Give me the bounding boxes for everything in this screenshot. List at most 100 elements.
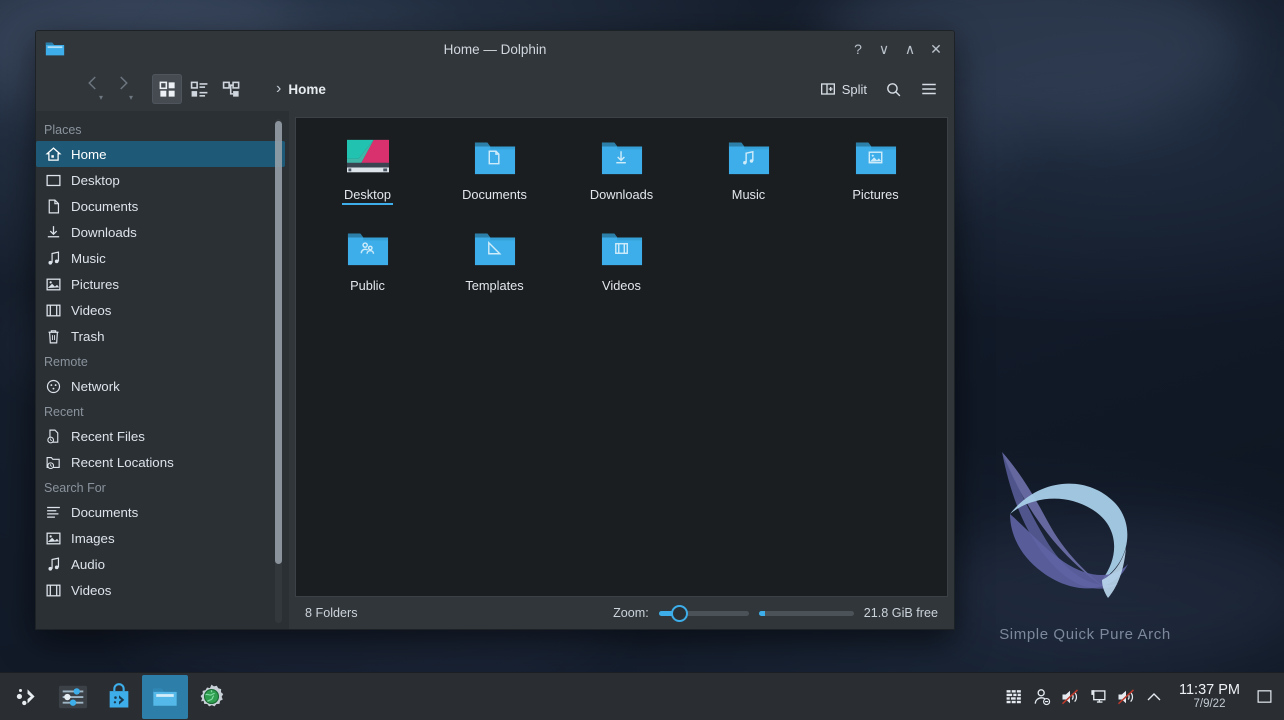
sidebar-item-downloads[interactable]: Downloads bbox=[36, 219, 285, 245]
view-mode-details[interactable] bbox=[184, 74, 214, 104]
clock-time: 11:37 PM bbox=[1179, 681, 1240, 698]
sidebar-item-desktop[interactable]: Desktop bbox=[36, 167, 285, 193]
file-item[interactable]: Videos bbox=[558, 221, 685, 296]
view-mode-icons[interactable] bbox=[152, 74, 182, 104]
sidebar-item-label: Documents bbox=[71, 504, 139, 520]
application-launcher[interactable] bbox=[4, 675, 50, 719]
clock[interactable]: 11:37 PM 7/9/22 bbox=[1169, 682, 1250, 711]
folder-templates-icon bbox=[471, 225, 519, 271]
chevron-right-icon bbox=[120, 76, 128, 90]
main-toolbar: ▾ ▾ › Home Split bbox=[36, 67, 954, 111]
view-mode-group bbox=[152, 74, 246, 104]
tray-expand-icon[interactable] bbox=[1141, 679, 1167, 715]
sidebar-item-pictures[interactable]: Pictures bbox=[36, 271, 285, 297]
sidebar-item-videos[interactable]: Videos bbox=[36, 577, 285, 603]
window-titlebar[interactable]: Home — Dolphin ? ∨ ∧ ✕ bbox=[36, 31, 954, 67]
help-button[interactable]: ? bbox=[846, 37, 870, 61]
search-icon bbox=[887, 82, 901, 96]
list-icon bbox=[190, 81, 207, 97]
chevron-up-icon bbox=[1147, 692, 1161, 700]
sidebar-item-recent-files[interactable]: Recent Files bbox=[36, 423, 285, 449]
file-item-label: Public bbox=[350, 278, 385, 293]
view-mode-tree[interactable] bbox=[216, 74, 246, 104]
taskbar-item-system-settings[interactable] bbox=[188, 675, 234, 719]
sidebar-item-label: Pictures bbox=[71, 276, 120, 292]
sidebar-item-label: Recent Files bbox=[71, 428, 145, 444]
sidebar-item-videos[interactable]: Videos bbox=[36, 297, 285, 323]
folder-icon bbox=[45, 42, 65, 56]
forward-button[interactable]: ▾ bbox=[110, 74, 136, 104]
sidebar-groups: Places Home Desktop Documents Downloads Music… bbox=[36, 117, 289, 603]
music-note-icon bbox=[45, 250, 62, 267]
taskbar-item-settings-sliders[interactable] bbox=[50, 675, 96, 719]
sidebar-item-recent-locations[interactable]: Recent Locations bbox=[36, 449, 285, 475]
toolbar-actions: Split bbox=[814, 74, 944, 104]
file-item-label: Videos bbox=[602, 278, 641, 293]
file-item[interactable]: Music bbox=[685, 130, 812, 207]
file-item[interactable]: Downloads bbox=[558, 130, 685, 207]
taskbar-item-dolphin[interactable] bbox=[142, 674, 188, 719]
sidebar-item-documents[interactable]: Documents bbox=[36, 499, 285, 525]
free-space-label: 21.8 GiB free bbox=[863, 606, 938, 620]
show-desktop-icon bbox=[1257, 690, 1271, 703]
folder-public-icon bbox=[344, 225, 392, 271]
breadcrumb[interactable]: › Home bbox=[276, 80, 326, 98]
search-button[interactable] bbox=[879, 74, 908, 104]
disk-capacity-bar[interactable] bbox=[758, 610, 854, 616]
file-item[interactable]: Public bbox=[304, 221, 431, 296]
tree-icon bbox=[222, 81, 239, 97]
tray-volume-muted-icon[interactable] bbox=[1057, 679, 1083, 715]
zoom-slider-handle[interactable] bbox=[670, 604, 688, 622]
keyboard-grid-icon bbox=[1006, 690, 1021, 704]
file-item-label: Desktop bbox=[342, 187, 393, 205]
taskbar-item-discover[interactable] bbox=[96, 675, 142, 719]
sidebar-scrollbar[interactable] bbox=[275, 121, 282, 564]
breadcrumb-item-home[interactable]: Home bbox=[288, 82, 326, 97]
recent-folder-icon bbox=[45, 454, 62, 471]
tray-microphone-muted-icon[interactable] bbox=[1113, 679, 1139, 715]
file-item[interactable]: Pictures bbox=[812, 130, 939, 207]
places-panel: Places Home Desktop Documents Downloads Music… bbox=[36, 111, 289, 629]
maximize-button[interactable]: ∧ bbox=[898, 37, 922, 61]
tray-display-icon[interactable] bbox=[1085, 679, 1111, 715]
close-button[interactable]: ✕ bbox=[924, 37, 948, 61]
dolphin-window[interactable]: Home — Dolphin ? ∨ ∧ ✕ ▾ ▾ › Home Split … bbox=[35, 30, 955, 630]
file-grid: Desktop Documents Downloads Music Pictures Pu… bbox=[304, 130, 939, 296]
sidebar-item-label: Home bbox=[71, 146, 107, 162]
chevron-down-icon: ▾ bbox=[98, 93, 103, 102]
sidebar-item-trash[interactable]: Trash bbox=[36, 323, 285, 349]
show-desktop-button[interactable] bbox=[1252, 679, 1276, 715]
tray-keyboard-layout-icon[interactable] bbox=[1001, 679, 1027, 715]
network-icon bbox=[45, 378, 62, 395]
file-view[interactable]: Desktop Documents Downloads Music Pictures Pu… bbox=[295, 117, 948, 597]
sidebar-item-home[interactable]: Home bbox=[36, 141, 285, 167]
file-item[interactable]: Templates bbox=[431, 221, 558, 296]
sidebar-group-title: Remote bbox=[44, 355, 88, 369]
disk-capacity-fill bbox=[758, 610, 765, 616]
breadcrumb-separator-icon: › bbox=[276, 80, 282, 97]
split-view-button[interactable]: Split bbox=[814, 74, 873, 104]
sidebar-group-title: Search For bbox=[44, 481, 106, 495]
wallpaper-caption: Simple Quick Pure Arch bbox=[999, 626, 1171, 643]
sidebar-item-documents[interactable]: Documents bbox=[36, 193, 285, 219]
globe-gear-icon bbox=[200, 684, 223, 707]
sidebar-item-music[interactable]: Music bbox=[36, 245, 285, 271]
sidebar-item-images[interactable]: Images bbox=[36, 525, 285, 551]
tray-user-icon[interactable] bbox=[1029, 679, 1055, 715]
back-button[interactable]: ▾ bbox=[80, 74, 106, 104]
zoom-slider[interactable] bbox=[658, 604, 749, 622]
sliders-icon bbox=[58, 685, 88, 708]
grid-icon bbox=[159, 81, 175, 97]
file-item-label: Templates bbox=[465, 278, 524, 293]
file-item[interactable]: Documents bbox=[431, 130, 558, 207]
file-item-label: Music bbox=[731, 187, 766, 202]
sidebar-item-network[interactable]: Network bbox=[36, 373, 285, 399]
sidebar-item-audio[interactable]: Audio bbox=[36, 551, 285, 577]
clock-date: 7/9/22 bbox=[1193, 698, 1226, 711]
minimize-button[interactable]: ∨ bbox=[872, 37, 896, 61]
user-icon bbox=[1034, 688, 1051, 705]
main-menu-button[interactable] bbox=[914, 74, 944, 104]
music-note-icon bbox=[45, 556, 62, 573]
file-item[interactable]: Desktop bbox=[304, 130, 431, 207]
folder-downloads-icon bbox=[598, 134, 646, 180]
